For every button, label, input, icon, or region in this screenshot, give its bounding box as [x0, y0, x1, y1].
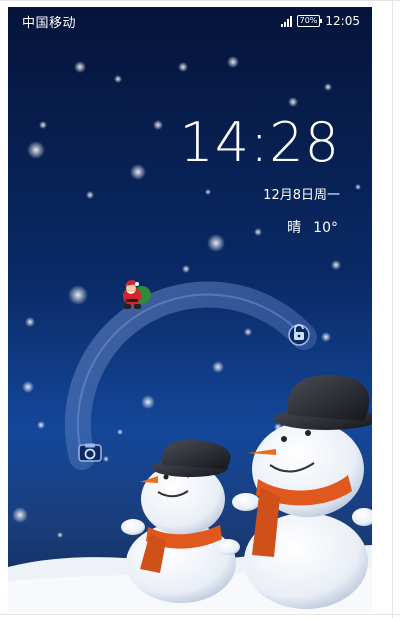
frame-right-line [392, 0, 393, 618]
temperature: 10° [313, 220, 338, 236]
camera-icon[interactable] [78, 443, 102, 463]
battery-icon: 70% [296, 15, 323, 27]
status-time: 12:05 [325, 14, 360, 28]
status-icons: 70% 12:05 [280, 12, 360, 30]
weather-condition: 晴 [287, 220, 302, 236]
status-bar: 中国移动 70% 12:05 [8, 7, 372, 35]
wallpaper [8, 56, 372, 612]
snowman-small [121, 440, 240, 603]
santa-icon[interactable] [120, 277, 156, 311]
lockscreen-clock: 14:28 [179, 111, 340, 174]
lockscreen-date: 12月8日周一 [263, 188, 340, 203]
unlock-ring-track [64, 281, 317, 470]
carrier-label: 中国移动 [22, 16, 77, 31]
snowman-large [232, 374, 372, 609]
weather-widget: 晴 10° [287, 217, 338, 237]
signal-icon [280, 15, 292, 27]
frame-top-line [0, 0, 400, 1]
padlock-icon[interactable] [287, 321, 311, 347]
frame-bottom-line [0, 614, 400, 615]
lock-screen: 中国移动 70% 12:05 14:28 12月8日周一 晴 10° [8, 7, 372, 612]
